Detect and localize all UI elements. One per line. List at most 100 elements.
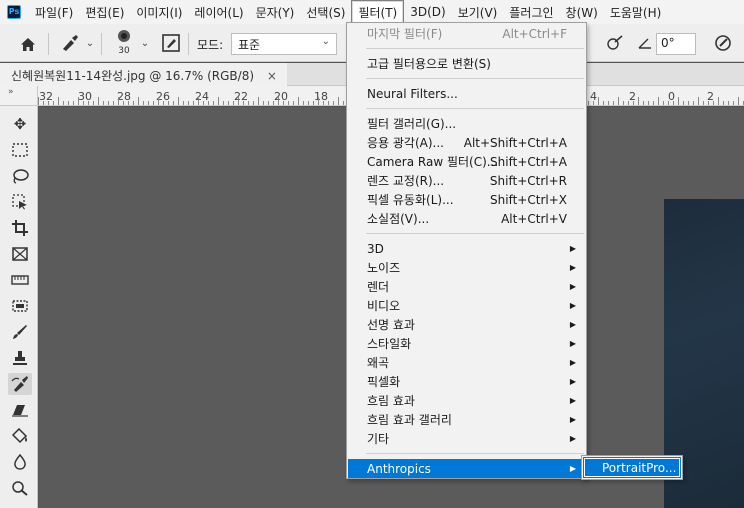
patch-icon[interactable] [8, 295, 32, 317]
ruler-tick [588, 101, 589, 105]
menu-item-blur[interactable]: 흐림 효과 ▶ [348, 391, 585, 410]
menu-item-render[interactable]: 렌더 ▶ [348, 277, 585, 296]
menu-file[interactable]: 파일(F) [29, 1, 79, 24]
ruler-tick [168, 101, 169, 105]
menu-item-convert-smart-filter[interactable]: 고급 필터용으로 변환(S) [348, 54, 585, 73]
paint-bucket-icon[interactable] [8, 425, 32, 447]
menu-item-sharpen[interactable]: 선명 효과 ▶ [348, 315, 585, 334]
menu-image[interactable]: 이미지(I) [130, 1, 188, 24]
menu-item-adaptive-wide-angle[interactable]: 응용 광각(A)... Alt+Shift+Ctrl+A [348, 133, 585, 152]
ruler-tick [88, 101, 89, 105]
ruler-label: 30 [78, 90, 92, 103]
ruler-tick [658, 97, 659, 105]
chevron-down-icon[interactable]: ⌄ [84, 36, 96, 50]
menu-item-distort[interactable]: 왜곡 ▶ [348, 353, 585, 372]
blur-icon[interactable] [8, 451, 32, 473]
brush-settings-icon[interactable] [160, 32, 182, 54]
ruler-tick [158, 97, 159, 105]
crop-icon[interactable] [8, 217, 32, 239]
menu-separator [366, 233, 584, 234]
menu-filter[interactable]: 필터(T) [351, 0, 405, 25]
menu-item-anthropics[interactable]: Anthropics ▶ [348, 459, 585, 478]
lasso-icon[interactable] [8, 165, 32, 187]
menu-item-label: 마지막 필터(F) [367, 27, 443, 41]
home-icon[interactable] [17, 33, 39, 55]
menu-plugins[interactable]: 플러그인 [503, 1, 559, 24]
menu-select[interactable]: 선택(S) [300, 1, 351, 24]
ruler-tick [273, 101, 274, 105]
panel-collapse-icon[interactable]: » [0, 86, 38, 106]
ruler-tick [228, 101, 229, 105]
ruler-tick [133, 101, 134, 105]
ruler-tick [668, 101, 669, 105]
ruler-tick [163, 101, 164, 105]
menu-item-stylize[interactable]: 스타일화 ▶ [348, 334, 585, 353]
menu-item-other[interactable]: 기타 ▶ [348, 429, 585, 448]
menu-item-label: 기타 [367, 432, 390, 446]
ruler-tick [343, 101, 344, 105]
menu-item-filter-gallery[interactable]: 필터 갤러리(G)... [348, 114, 585, 133]
ruler-tick [58, 97, 59, 105]
menu-view[interactable]: 보기(V) [452, 1, 504, 24]
menu-item-video[interactable]: 비디오 ▶ [348, 296, 585, 315]
brush-icon[interactable] [8, 321, 32, 343]
menu-item-label: 노이즈 [367, 261, 401, 275]
ruler-tick [53, 101, 54, 105]
angle-input[interactable]: 0° [656, 33, 696, 55]
menu-item-camera-raw[interactable]: Camera Raw 필터(C)... Shift+Ctrl+A [348, 152, 585, 171]
symmetry-icon[interactable] [712, 32, 734, 54]
menu-item-lens-correction[interactable]: 렌즈 교정(R)... Shift+Ctrl+R [348, 171, 585, 190]
brush-tip-icon[interactable] [112, 28, 136, 44]
eraser-icon[interactable] [8, 399, 32, 421]
document-title: 신혜원복원11-14완성.jpg @ 16.7% (RGB/8) [11, 69, 255, 83]
ruler-tick [288, 101, 289, 105]
ruler-tick [68, 101, 69, 105]
menu-3d[interactable]: 3D(D) [404, 2, 451, 22]
pressure-icon[interactable] [604, 32, 626, 54]
menu-type[interactable]: 문자(Y) [250, 1, 301, 24]
menu-item-pixelate[interactable]: 픽셀화 ▶ [348, 372, 585, 391]
ruler-tick [678, 97, 679, 105]
menu-item-vanishing-point[interactable]: 소실점(V)... Alt+Ctrl+V [348, 209, 585, 228]
ruler-tick [728, 101, 729, 105]
menu-item-shortcut: Alt+Ctrl+F [502, 26, 567, 41]
menu-help[interactable]: 도움말(H) [604, 1, 668, 24]
marquee-icon[interactable] [8, 139, 32, 161]
menu-layer[interactable]: 레이어(L) [188, 1, 249, 24]
tools-panel: ✥ [0, 106, 38, 508]
menu-item-3d[interactable]: 3D ▶ [348, 239, 585, 258]
photoshop-window: Ps 파일(F) 편집(E) 이미지(I) 레이어(L) 문자(Y) 선택(S)… [0, 0, 744, 508]
menu-window[interactable]: 창(W) [560, 1, 604, 24]
ruler-tick [698, 97, 699, 105]
menu-item-blur-gallery[interactable]: 흐림 효과 갤러리 ▶ [348, 410, 585, 429]
document-tab[interactable]: 신혜원복원11-14완성.jpg @ 16.7% (RGB/8) × [0, 63, 287, 86]
move-icon[interactable]: ✥ [8, 113, 32, 135]
close-icon[interactable]: × [267, 69, 277, 83]
ruler-tick [278, 97, 279, 105]
submenu-arrow-icon: ▶ [569, 339, 576, 348]
ruler-tick [638, 97, 639, 105]
menu-edit[interactable]: 편집(E) [79, 1, 130, 24]
ruler-tick [338, 97, 339, 105]
stamp-icon[interactable] [8, 347, 32, 369]
brush-preset-icon[interactable] [58, 32, 82, 54]
history-brush-icon[interactable] [8, 373, 32, 395]
mode-select[interactable]: 표준 ⌄ [231, 33, 337, 55]
menu-item-neural-filters[interactable]: Neural Filters... [348, 84, 585, 103]
object-select-icon[interactable] [8, 191, 32, 213]
submenu-arrow-icon: ▶ [569, 434, 576, 443]
menu-item-noise[interactable]: 노이즈 ▶ [348, 258, 585, 277]
mode-label: 모드: [197, 37, 224, 52]
ruler-icon[interactable] [8, 269, 32, 291]
ruler-tick [298, 97, 299, 105]
ruler-tick [738, 97, 739, 105]
menu-item-liquify[interactable]: 픽셀 유동화(L)... Shift+Ctrl+X [348, 190, 585, 209]
ruler-tick [328, 101, 329, 105]
brush-size-chevron-icon[interactable]: ⌄ [139, 36, 151, 50]
ruler-tick [623, 101, 624, 105]
frame-icon[interactable] [8, 243, 32, 265]
menu-item-portraitpro[interactable]: PortraitPro... [583, 457, 681, 478]
ruler-tick [118, 97, 119, 105]
menu-item-last-filter[interactable]: 마지막 필터(F) Alt+Ctrl+F [348, 24, 585, 43]
dodge-icon[interactable] [8, 477, 32, 499]
